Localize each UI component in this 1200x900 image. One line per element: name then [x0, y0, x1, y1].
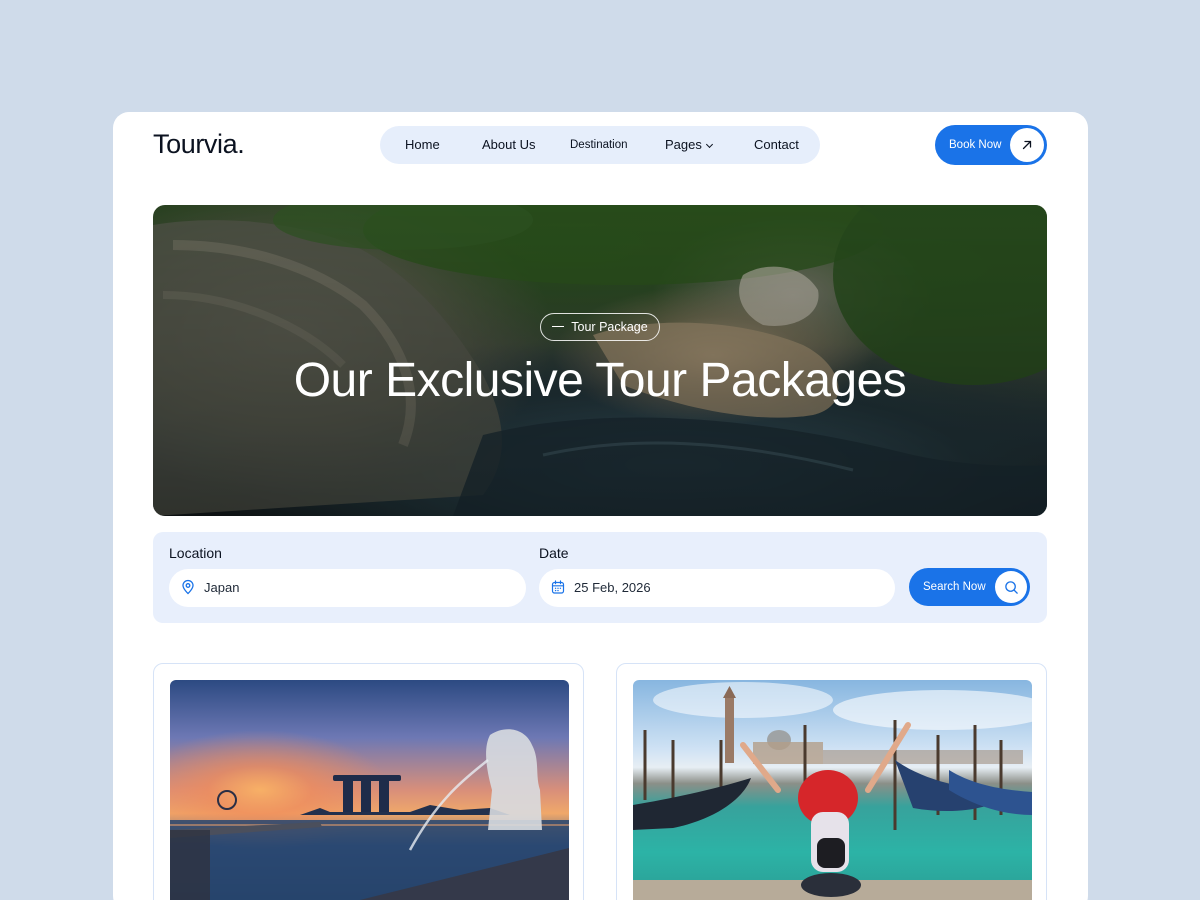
tour-card-singapore[interactable]: [153, 663, 584, 900]
tour-image-venice: [633, 680, 1032, 900]
search-panel: Location Japan Date 25 Feb, 2026 Search …: [153, 532, 1047, 623]
hero-title: Our Exclusive Tour Packages: [293, 354, 907, 407]
hero-tag: Tour Package: [540, 313, 660, 341]
tour-image-singapore: [170, 680, 569, 900]
search-icon: [1004, 580, 1018, 594]
singapore-skyline-image: [170, 729, 569, 900]
book-now-arrow: [1010, 128, 1044, 162]
date-value: 25 Feb, 2026: [574, 580, 651, 595]
nav-about-us[interactable]: About Us: [482, 126, 535, 164]
date-field[interactable]: 25 Feb, 2026: [539, 569, 895, 607]
hero-tag-label: Tour Package: [571, 320, 648, 334]
location-field[interactable]: Japan: [169, 569, 526, 607]
location-label: Location: [169, 545, 222, 561]
location-value: Japan: [204, 580, 240, 595]
nav-contact[interactable]: Contact: [754, 126, 799, 164]
nav-home[interactable]: Home: [405, 126, 440, 164]
hero-banner: Tour Package Our Exclusive Tour Packages: [153, 205, 1047, 516]
search-circle: [995, 571, 1027, 603]
main-card: Tourvia. Home About Us Destination Pages…: [113, 112, 1088, 900]
dash-icon: [552, 325, 565, 327]
logo[interactable]: Tourvia.: [153, 129, 245, 160]
nav-pages[interactable]: Pages: [665, 126, 713, 164]
nav-bar: Home About Us Destination Pages Contact: [380, 126, 820, 164]
book-now-button[interactable]: Book Now: [935, 125, 1047, 165]
nav-destination[interactable]: Destination: [570, 126, 628, 164]
nav-pages-label: Pages: [665, 137, 702, 152]
chevron-down-icon: [705, 140, 713, 149]
book-now-label: Book Now: [949, 139, 1002, 151]
search-now-label: Search Now: [923, 581, 986, 593]
map-pin-icon: [182, 579, 194, 595]
search-now-button[interactable]: Search Now: [909, 568, 1030, 606]
arrow-up-right-icon: [1022, 140, 1032, 150]
tour-card-venice[interactable]: [616, 663, 1047, 900]
date-label: Date: [539, 545, 569, 561]
venice-image: [633, 682, 1032, 900]
calendar-icon: [551, 580, 565, 594]
